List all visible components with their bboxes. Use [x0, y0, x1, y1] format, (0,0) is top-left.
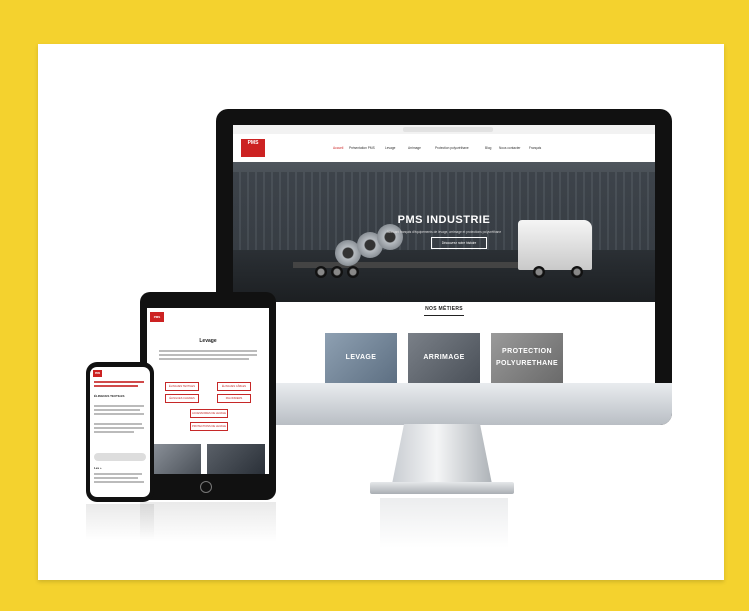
nav-item-levage[interactable]: Levage	[385, 146, 395, 150]
monitor-stand	[392, 424, 492, 484]
tile-levage[interactable]: LEVAGE	[325, 333, 397, 383]
truck-wheel	[331, 266, 343, 278]
history-button[interactable]: Découvrez notre histoire	[431, 237, 487, 249]
nav-item-presentation[interactable]: Présentation PMS	[349, 146, 375, 150]
tablet-button-4[interactable]: PALONNIERS	[217, 394, 251, 403]
address-bar[interactable]	[403, 127, 493, 132]
tile-label-line2: POLYURETHANE	[495, 360, 559, 367]
tile-label: PROTECTION	[502, 348, 552, 355]
truck-cab	[518, 220, 592, 270]
tile-label: LEVAGE	[345, 354, 377, 361]
tablet-reflection	[140, 502, 276, 542]
truck-wheel	[315, 266, 327, 278]
hero-subtitle: fabricant français d'équipements de leva…	[386, 230, 502, 234]
text-line	[159, 350, 257, 352]
text-line	[94, 427, 144, 429]
truck-trailer	[293, 262, 543, 268]
hero-banner: PMS INDUSTRIE fabricant français d'équip…	[233, 162, 655, 302]
text-line	[94, 405, 144, 407]
text-line	[94, 413, 144, 415]
tablet-photo-1	[153, 444, 201, 474]
text-line	[94, 409, 140, 411]
text-line	[159, 358, 249, 360]
nav-item-protection[interactable]: Protection polyuréthane	[435, 146, 469, 150]
tablet-screen: PMS Levage ÉLINGUES TEXTILES ÉLINGUES CÂ…	[147, 308, 269, 474]
tile-protection[interactable]: PROTECTION POLYURETHANE	[491, 333, 563, 383]
tile-label: ARRIMAGE	[423, 354, 465, 361]
nav-item-accueil[interactable]: Accueil	[333, 146, 343, 150]
logo-text: PMS	[247, 140, 259, 146]
truck-wheel	[571, 266, 583, 278]
tablet-logo[interactable]: PMS	[150, 312, 164, 322]
monitor-base	[370, 482, 514, 494]
phone-heading: ÉLINGUES TEXTILES	[94, 394, 125, 398]
phone-screen: PMS ÉLINGUES TEXTILES Les +	[90, 367, 150, 497]
phone-logo[interactable]: PMS	[93, 370, 102, 377]
tablet-button-3[interactable]: ÉLINGUES CHAINES	[165, 394, 199, 403]
home-button-icon[interactable]	[200, 481, 212, 493]
truck-wheel	[533, 266, 545, 278]
hero-title: PMS INDUSTRIE	[397, 214, 491, 226]
nav-item-arrimage[interactable]: Arrimage	[408, 146, 421, 150]
site-logo[interactable]: PMS	[241, 139, 265, 157]
red-line	[94, 385, 138, 387]
text-line	[94, 423, 142, 425]
tile-arrimage[interactable]: ARRIMAGE	[408, 333, 480, 383]
phone-footer-label: Les +	[94, 466, 102, 470]
steel-coil	[377, 224, 403, 250]
text-line	[94, 481, 144, 483]
tablet-photo-2	[207, 444, 265, 474]
phone-slider[interactable]	[94, 453, 146, 461]
tablet-button-1[interactable]: ÉLINGUES TEXTILES	[165, 382, 199, 391]
nav-item-language[interactable]: Français	[529, 146, 541, 150]
text-line	[159, 354, 257, 356]
tablet-button-6[interactable]: PROTECTIONS DE LEVAGE	[190, 422, 228, 431]
section-title: NOS MÉTIERS	[425, 306, 463, 312]
tablet-page-title: Levage	[199, 338, 217, 344]
text-line	[94, 477, 138, 479]
section-divider	[424, 315, 464, 316]
stand-reflection	[380, 498, 508, 548]
desktop-screen: PMS Accueil Présentation PMS Levage Arri…	[233, 125, 655, 383]
nav-item-contact[interactable]: Nous contacter	[499, 146, 520, 150]
site-header: PMS Accueil Présentation PMS Levage Arri…	[233, 134, 655, 162]
monitor-chin	[216, 383, 672, 425]
nav-item-blog[interactable]: Blog	[485, 146, 491, 150]
tablet-button-2[interactable]: ÉLINGUES CÂBLES	[217, 382, 251, 391]
red-line	[94, 381, 144, 383]
tablet-button-5[interactable]: ACCESSOIRES DE LEVAGE	[190, 409, 228, 418]
text-line	[94, 431, 134, 433]
phone-reflection	[86, 504, 154, 540]
truck-wheel	[347, 266, 359, 278]
text-line	[94, 473, 142, 475]
